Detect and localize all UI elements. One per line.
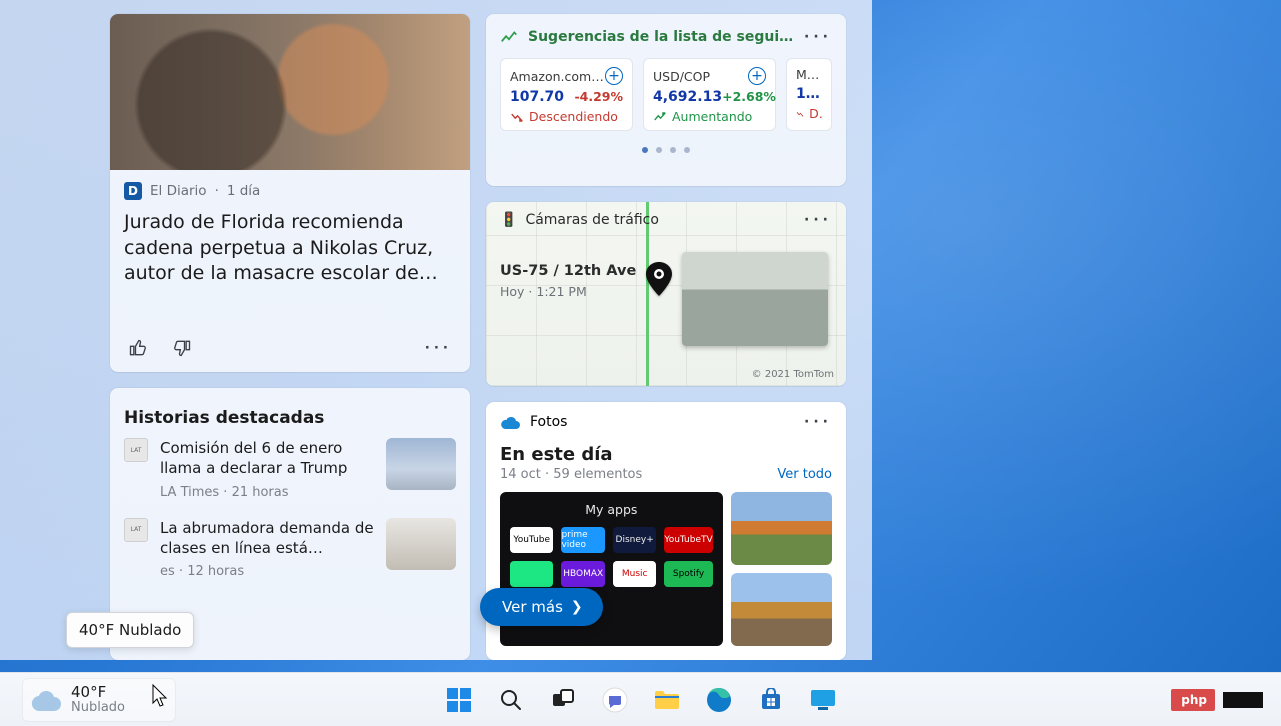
weather-condition: Nublado xyxy=(71,701,125,715)
featured-title: La abrumadora demanda de clases en línea… xyxy=(160,518,374,559)
ticker-trend: D… xyxy=(809,106,822,121)
ticker-price: 107.70 xyxy=(510,89,564,105)
news-source-logo: D xyxy=(124,182,142,200)
featured-age: 12 horas xyxy=(187,564,244,579)
ticker-change: -4.29% xyxy=(574,89,623,104)
featured-age: 21 horas xyxy=(232,485,289,500)
featured-source-icon: LAT xyxy=(124,518,148,542)
onedrive-icon xyxy=(500,415,520,429)
app-icon: YouTubeTV xyxy=(664,527,712,553)
photos-title: En este día xyxy=(486,436,846,465)
news-source: El Diario xyxy=(150,183,207,199)
start-button[interactable] xyxy=(439,680,479,720)
watchlist-card[interactable]: Sugerencias de la lista de seguimie… ···… xyxy=(486,14,846,186)
ticker-card[interactable]: Amazon.com…+ 107.70 -4.29% Descendiendo xyxy=(500,58,633,131)
trend-icon xyxy=(500,28,518,46)
featured-source: es xyxy=(160,564,175,579)
traffic-light-icon: 🚦 xyxy=(500,212,517,228)
news-age: 1 día xyxy=(227,183,260,199)
featured-title: Comisión del 6 de enero llama a declarar… xyxy=(160,438,374,479)
news-card[interactable]: D El Diario · 1 día Jurado de Florida re… xyxy=(110,14,470,372)
news-image xyxy=(110,14,470,170)
ticker-card[interactable]: Meta+ 127.60 D… xyxy=(786,58,832,131)
widgets-column-right: Sugerencias de la lista de seguimie… ···… xyxy=(486,14,846,660)
news-headline: Jurado de Florida recomienda cadena perp… xyxy=(124,210,456,287)
ticker-change: +2.68% xyxy=(722,89,776,104)
photos-heading: Fotos xyxy=(530,414,567,430)
taskbar-weather-widget[interactable]: 40°F Nublado xyxy=(22,678,176,722)
ticker-trend: Aumentando xyxy=(672,109,752,124)
search-button[interactable] xyxy=(491,680,531,720)
photos-subtitle: 14 oct · 59 elementos xyxy=(500,467,642,482)
watchlist-pagination-dots[interactable] xyxy=(642,147,690,153)
ticker-trend: Descendiendo xyxy=(529,109,618,124)
add-ticker-button[interactable]: + xyxy=(605,67,623,85)
traffic-more-button[interactable]: ··· xyxy=(804,212,832,228)
app-icon: prime video xyxy=(561,527,604,553)
taskbar-center xyxy=(439,680,843,720)
watchlist-heading: Sugerencias de la lista de seguimie… xyxy=(528,29,794,45)
app-icon: Spotify xyxy=(664,561,712,587)
edge-button[interactable] xyxy=(699,680,739,720)
dislike-button[interactable] xyxy=(168,334,196,362)
featured-item[interactable]: LAT La abrumadora demanda de clases en l… xyxy=(124,518,456,580)
ticker-price: 127.60 xyxy=(796,86,822,102)
file-explorer-button[interactable] xyxy=(647,680,687,720)
taskbar-right: php xyxy=(1171,689,1263,711)
apps-header: My apps xyxy=(510,502,713,517)
featured-source: LA Times xyxy=(160,485,219,500)
photos-more-button[interactable]: ··· xyxy=(804,414,832,430)
like-button[interactable] xyxy=(124,334,152,362)
weather-tooltip: 40°F Nublado xyxy=(66,612,194,648)
weather-temp: 40°F xyxy=(71,684,125,701)
chevron-right-icon: ❯ xyxy=(571,599,583,615)
camera-pin-icon xyxy=(646,262,672,296)
featured-source-icon: LAT xyxy=(124,438,148,462)
ticker-card[interactable]: USD/COP + 4,692.13+2.68% Aumentando xyxy=(643,58,776,131)
news-more-button[interactable]: ··· xyxy=(421,337,456,360)
widgets-column-left: D El Diario · 1 día Jurado de Florida re… xyxy=(110,14,470,660)
traffic-time: Hoy · 1:21 PM xyxy=(500,284,636,299)
ticker-price: 4,692.13 xyxy=(653,89,722,105)
map-copyright: © 2021 TomTom xyxy=(752,369,834,380)
traffic-card[interactable]: 🚦 Cámaras de tráfico ··· US-75 / 12th Av… xyxy=(486,202,846,386)
see-more-button[interactable]: Ver más❯ xyxy=(480,588,603,626)
photo-thumbnail[interactable] xyxy=(731,573,832,646)
news-meta: D El Diario · 1 día xyxy=(124,182,456,200)
app-icon: YouTube xyxy=(510,527,553,553)
featured-thumbnail xyxy=(386,438,456,490)
traffic-heading: Cámaras de tráfico xyxy=(525,212,659,228)
widgets-panel: D El Diario · 1 día Jurado de Florida re… xyxy=(0,0,872,660)
see-all-link[interactable]: Ver todo xyxy=(777,467,832,482)
watchlist-more-button[interactable]: ··· xyxy=(804,29,832,45)
app-button[interactable] xyxy=(803,680,843,720)
featured-item[interactable]: LAT Comisión del 6 de enero llama a decl… xyxy=(124,438,456,500)
app-icon: Disney+ xyxy=(613,527,656,553)
app-icon xyxy=(510,561,553,587)
store-button[interactable] xyxy=(751,680,791,720)
featured-heading: Historias destacadas xyxy=(110,388,470,438)
cloud-icon xyxy=(31,689,61,711)
app-icon: Music xyxy=(613,561,656,587)
ticker-name: USD/COP xyxy=(653,69,710,84)
chat-button[interactable] xyxy=(595,680,635,720)
traffic-location: US-75 / 12th Ave xyxy=(500,262,636,280)
featured-thumbnail xyxy=(386,518,456,570)
ticker-name: Amazon.com… xyxy=(510,69,604,84)
photo-thumbnail[interactable] xyxy=(731,492,832,565)
add-ticker-button[interactable]: + xyxy=(748,67,766,85)
taskbar: 40°F Nublado php xyxy=(0,672,1281,726)
traffic-camera-thumbnail xyxy=(682,252,828,346)
tray-icon xyxy=(1223,692,1263,708)
ticker-name: Meta xyxy=(796,67,822,82)
php-badge: php xyxy=(1171,689,1215,711)
task-view-button[interactable] xyxy=(543,680,583,720)
app-icon: HBOMAX xyxy=(561,561,604,587)
